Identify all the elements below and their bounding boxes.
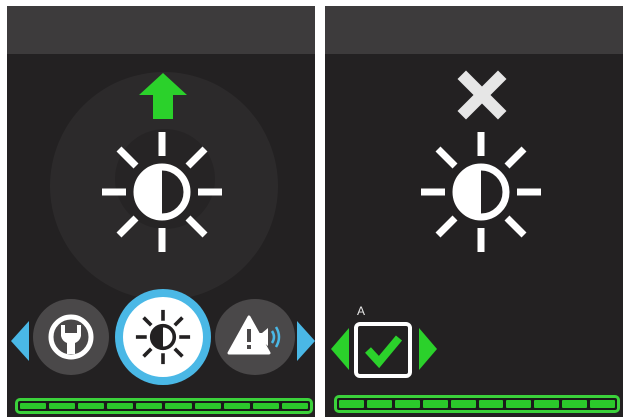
progress-segment (394, 400, 420, 408)
brightness-icon (419, 130, 543, 254)
chevron-left-icon[interactable] (11, 321, 29, 361)
progress-segment (422, 400, 448, 408)
right-screen: A (325, 6, 623, 417)
progress-segment (590, 400, 616, 408)
progress-segment (450, 400, 476, 408)
progress-segment (49, 403, 76, 409)
progress-segment (136, 403, 163, 409)
progress-segment (165, 403, 192, 409)
progress-segment (252, 403, 279, 409)
progress-segment (339, 400, 364, 408)
progress-segment (107, 403, 134, 409)
progress-segment (366, 400, 392, 408)
chevron-left-icon[interactable] (331, 328, 349, 370)
warning-volume-icon (227, 313, 287, 361)
progress-segment (194, 403, 221, 409)
carousel-item-brightness-selected[interactable] (115, 289, 211, 385)
arrow-up-icon[interactable] (137, 71, 189, 121)
progress-segment (506, 400, 532, 408)
progress-bar (334, 395, 620, 413)
progress-segment (281, 403, 308, 409)
left-screen (7, 6, 315, 417)
title-bar (7, 6, 315, 54)
brightness-icon (100, 130, 224, 254)
selected-item-face (123, 297, 203, 377)
wrench-icon (46, 312, 96, 362)
carousel-item-warning-volume[interactable] (215, 299, 295, 375)
progress-segment (534, 400, 560, 408)
progress-bar (15, 398, 313, 414)
progress-segment (78, 403, 105, 409)
progress-segment (562, 400, 588, 408)
title-bar (325, 6, 623, 54)
confirm-button[interactable] (354, 322, 412, 378)
progress-segment (478, 400, 504, 408)
carousel-item-wrench[interactable] (33, 299, 109, 375)
chevron-right-icon[interactable] (297, 321, 315, 361)
chevron-right-icon[interactable] (419, 328, 437, 370)
checkbox-checked-icon (362, 330, 404, 370)
progress-segment (20, 403, 47, 409)
brightness-icon (135, 309, 191, 365)
button-hint-label: A (357, 304, 366, 318)
progress-segment (223, 403, 250, 409)
close-icon[interactable] (456, 69, 508, 121)
